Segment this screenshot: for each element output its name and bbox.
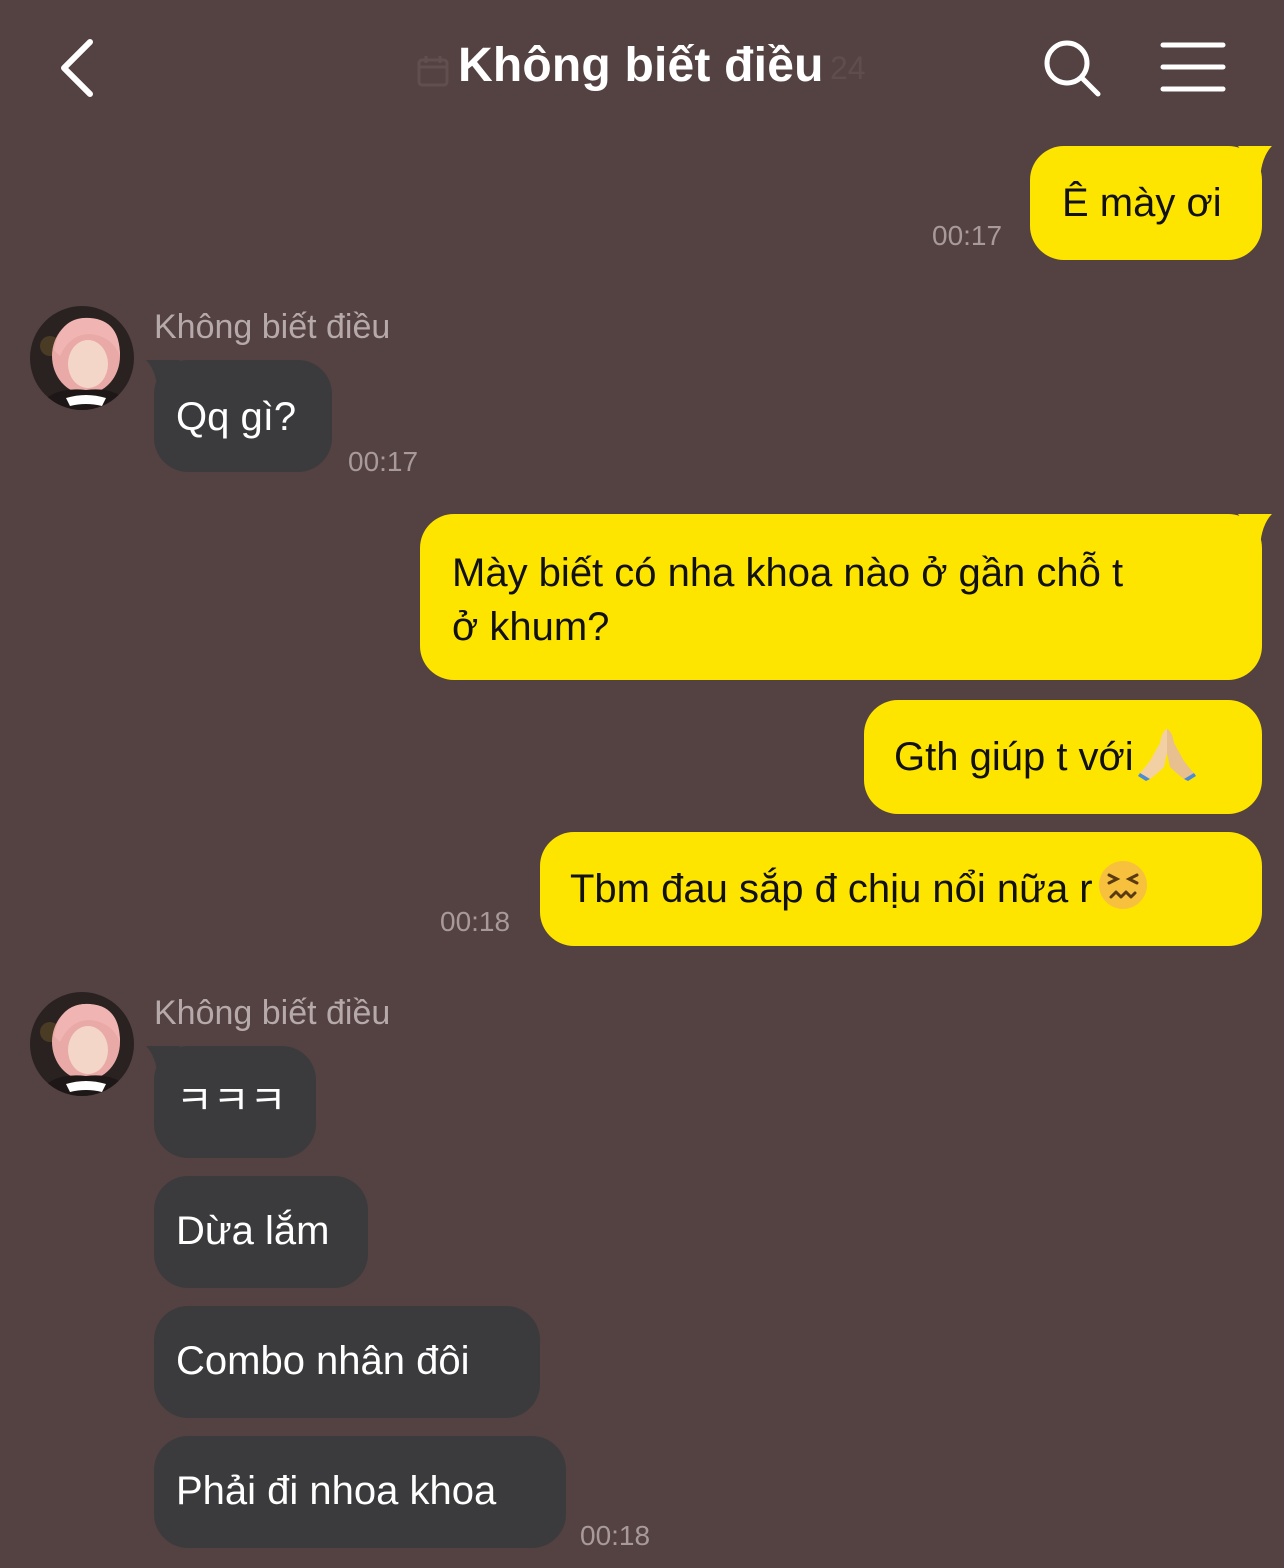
message-text: Ê mày ơi: [1062, 181, 1222, 225]
message-text: Dừa lắm: [176, 1209, 330, 1253]
chat-title: Không biết điều: [458, 39, 824, 92]
profile-photo: [30, 306, 134, 410]
date-chip-text: 24: [830, 50, 866, 86]
back-button[interactable]: [52, 30, 112, 106]
my-message-bubble[interactable]: Mày biết có nha khoa nào ở gần chỗ t ở k…: [420, 514, 1262, 680]
my-message-bubble[interactable]: Ê mày ơi: [1030, 146, 1262, 260]
avatar[interactable]: [30, 306, 134, 410]
their-message-bubble[interactable]: Phải đi nhoa khoa: [154, 1436, 566, 1548]
hamburger-menu-icon: [1160, 42, 1226, 92]
message-text: Qq gì?: [176, 395, 297, 439]
my-message-bubble[interactable]: Tbm đau sắp đ chịu nổi nữa r: [540, 832, 1262, 946]
message-timestamp: 00:18: [440, 906, 511, 937]
search-button[interactable]: [1040, 36, 1104, 100]
avatar[interactable]: [30, 992, 134, 1096]
their-message-bubble[interactable]: Qq gì?: [154, 360, 332, 472]
message-text: Gth giúp t với: [894, 735, 1134, 779]
their-message-bubble[interactable]: Combo nhân đôi: [154, 1306, 540, 1418]
my-message-bubble[interactable]: Gth giúp t với: [864, 700, 1262, 814]
bubble-tail: [1238, 514, 1272, 546]
their-message-bubble[interactable]: Dừa lắm: [154, 1176, 368, 1288]
menu-button[interactable]: [1160, 40, 1226, 94]
search-icon: [1044, 40, 1101, 97]
message-text: ㅋㅋㅋ: [176, 1078, 287, 1124]
message-text: Combo nhân đôi: [176, 1339, 470, 1383]
message-timestamp: 00:18: [580, 1520, 651, 1551]
chat-header: 24 Không biết điều: [0, 0, 1284, 140]
message-text-line: Mày biết có nha khoa nào ở gần chỗ t: [452, 551, 1124, 595]
confounded-face-emoji: [1098, 861, 1147, 910]
message-text: Tbm đau sắp đ chịu nổi nữa r: [570, 867, 1093, 911]
sender-name: Không biết điều: [154, 994, 391, 1032]
message-timestamp: 00:17: [932, 220, 1003, 251]
message-text-line: ở khum?: [452, 605, 610, 649]
title-area: 24 Không biết điều: [410, 36, 890, 106]
chevron-left-icon: [61, 39, 93, 97]
sender-name: Không biết điều: [154, 308, 391, 346]
profile-photo: [30, 992, 134, 1096]
message-timestamp: 00:17: [348, 446, 419, 477]
their-message-bubble[interactable]: ㅋㅋㅋ: [154, 1046, 316, 1158]
message-text: Phải đi nhoa khoa: [176, 1469, 497, 1513]
calendar-icon: [417, 56, 449, 87]
folded-hands-emoji: [1137, 729, 1196, 782]
bubble-tail: [1238, 146, 1272, 178]
